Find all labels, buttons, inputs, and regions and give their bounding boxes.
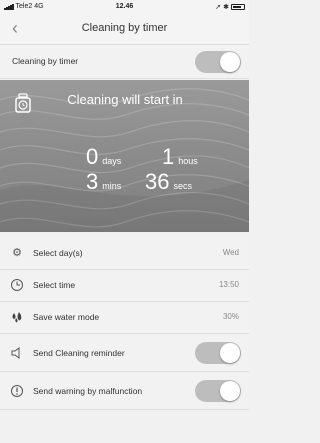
toggle-knob <box>220 343 240 363</box>
countdown-days: 0 days <box>86 144 121 170</box>
cleaning-by-timer-toggle[interactable] <box>195 51 241 73</box>
hours-unit: hous <box>178 156 198 166</box>
toggle-knob <box>220 381 240 401</box>
send-warning-row: Send warning by malfunction <box>0 372 249 410</box>
select-time-value: 13:50 <box>218 280 239 289</box>
select-time-label: Select time <box>33 280 76 290</box>
battery-icon <box>231 4 245 10</box>
send-warning-label: Send warning by malfunction <box>33 386 143 396</box>
warning-icon <box>10 384 24 398</box>
send-cleaning-reminder-toggle[interactable] <box>195 342 241 364</box>
cleaning-by-timer-label: Cleaning by timer <box>12 56 79 66</box>
mins-value: 3 <box>86 169 99 194</box>
speaker-icon <box>10 346 24 360</box>
send-cleaning-reminder-row: Send Cleaning reminder <box>0 334 249 372</box>
send-cleaning-reminder-label: Send Cleaning reminder <box>33 348 125 358</box>
days-value: 0 <box>86 144 99 169</box>
select-time-row[interactable]: Select time 13:50 <box>0 270 249 302</box>
toggle-knob <box>220 52 240 72</box>
save-water-mode-value: 30% <box>222 312 239 321</box>
cleaning-by-timer-row: Cleaning by timer <box>0 45 249 79</box>
water-drops-icon <box>10 310 24 324</box>
secs-value: 36 <box>145 169 170 194</box>
status-right: ➚ ✱ <box>215 3 245 11</box>
select-days-value: Wed <box>222 248 239 257</box>
select-days-label: Select day(s) <box>33 248 83 258</box>
countdown-panel: Cleaning will start in 0 days 1 hous 3 mins… <box>0 80 249 232</box>
page-title: Cleaning by timer <box>81 22 168 34</box>
days-unit: days <box>102 156 122 166</box>
countdown-secs: 36 secs <box>145 169 192 195</box>
secs-unit: secs <box>173 181 192 191</box>
nav-bar: ‹ Cleaning by timer <box>0 14 249 45</box>
status-time: 12.46 <box>115 3 134 10</box>
save-water-mode-label: Save water mode <box>33 312 100 322</box>
mins-unit: mins <box>102 181 122 191</box>
save-water-mode-row[interactable]: Save water mode 30% <box>0 302 249 334</box>
timer-bin-icon <box>15 93 31 113</box>
countdown-mins: 3 mins <box>86 169 121 195</box>
hours-value: 1 <box>162 144 175 169</box>
gear-icon: ⚙ <box>12 247 22 259</box>
select-days-row[interactable]: ⚙ Select day(s) Wed <box>0 238 249 270</box>
clock-icon <box>10 278 24 292</box>
send-warning-toggle[interactable] <box>195 380 241 402</box>
location-icon: ➚ <box>215 4 222 11</box>
status-bar: Tele2 4G 12.46 ➚ ✱ <box>0 0 249 14</box>
countdown-hours: 1 hous <box>162 144 198 170</box>
bluetooth-icon: ✱ <box>223 4 229 11</box>
countdown-title: Cleaning will start in <box>67 92 183 107</box>
